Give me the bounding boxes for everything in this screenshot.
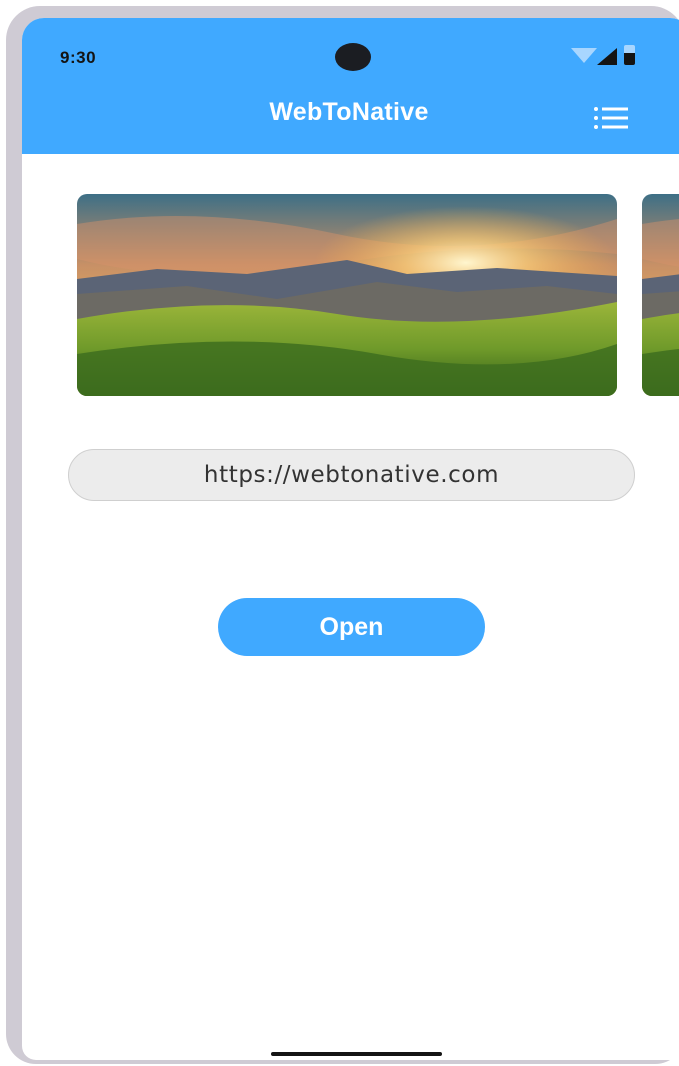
- wifi-icon: [571, 48, 597, 63]
- camera-cutout: [335, 43, 371, 71]
- app-title: WebToNative: [269, 98, 429, 126]
- open-button[interactable]: Open: [218, 598, 485, 656]
- carousel-image[interactable]: [77, 194, 617, 396]
- status-time: 9:30: [60, 48, 97, 67]
- cell-signal-icon: [597, 48, 617, 65]
- carousel-image-next[interactable]: [642, 194, 679, 396]
- phone-frame: 9:30 WebToNative https://webtonative.com…: [6, 6, 679, 1064]
- home-indicator[interactable]: [271, 1052, 442, 1056]
- app-bar: 9:30 WebToNative: [22, 18, 679, 154]
- list-menu-icon[interactable]: [592, 106, 630, 130]
- battery-icon: [624, 45, 635, 65]
- url-input[interactable]: https://webtonative.com: [68, 449, 635, 501]
- phone-screen: 9:30 WebToNative https://webtonative.com…: [22, 18, 679, 1060]
